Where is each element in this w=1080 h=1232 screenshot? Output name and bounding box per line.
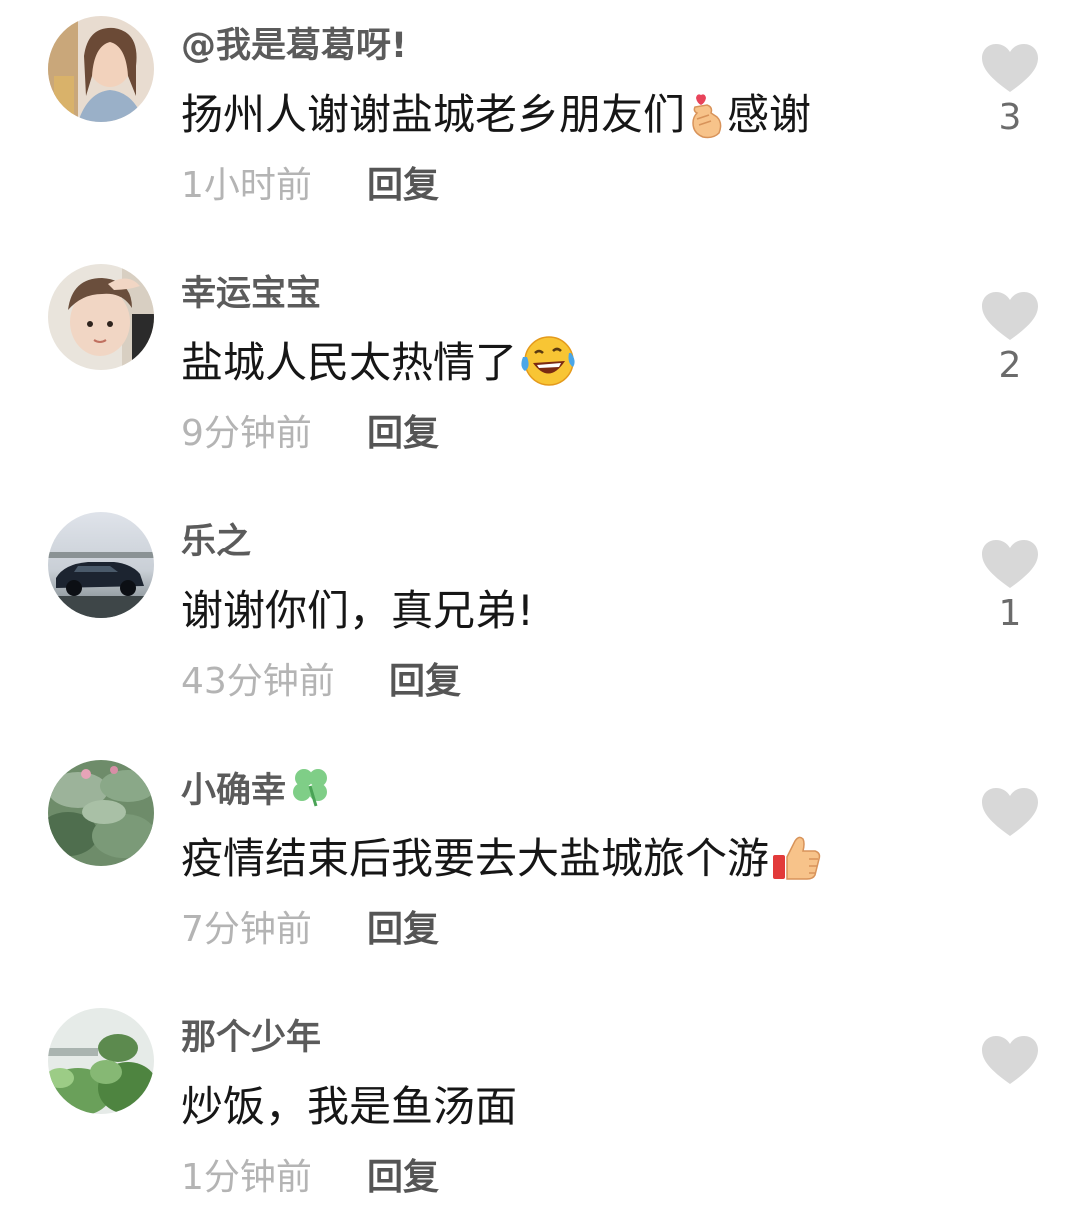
comment-text-part: 扬州人谢谢盐城老乡朋友们 <box>181 90 686 139</box>
timestamp: 43分钟前 <box>181 661 335 702</box>
like-button[interactable]: 1 <box>975 540 1045 636</box>
avatar[interactable] <box>48 1008 154 1114</box>
timestamp: 7分钟前 <box>181 909 312 950</box>
comment-item: 那个少年 炒饭，我是鱼汤面 1分钟前 回复 <box>0 992 1080 1232</box>
comment-item: @我是葛葛呀! 扬州人谢谢盐城老乡朋友们 感谢 1小时前 回复 3 <box>0 0 1080 240</box>
finger-heart-icon <box>687 91 727 154</box>
thumbs-up-icon <box>771 833 821 898</box>
username[interactable]: 那个少年 <box>181 1014 321 1062</box>
heart-icon <box>982 1036 1038 1084</box>
comment-item: 小确幸 疫情结束后我要去大盐城旅个游 7分钟前 回复 <box>0 744 1080 984</box>
reply-button[interactable]: 回复 <box>389 656 461 708</box>
reply-button[interactable]: 回复 <box>367 904 439 956</box>
username[interactable]: 幸运宝宝 <box>181 270 321 318</box>
heart-icon <box>982 788 1038 836</box>
username[interactable]: @我是葛葛呀! <box>181 22 407 70</box>
username[interactable]: 小确幸 <box>181 766 332 821</box>
comment-text-part: 疫情结束后我要去大盐城旅个游 <box>181 834 770 883</box>
like-count: 3 <box>998 97 1022 138</box>
comment-text: 扬州人谢谢盐城老乡朋友们 感谢 <box>181 86 811 154</box>
avatar[interactable] <box>48 264 154 370</box>
reply-button[interactable]: 回复 <box>367 408 439 460</box>
avatar[interactable] <box>48 16 154 122</box>
timestamp: 1分钟前 <box>181 1157 312 1198</box>
laughing-tears-icon <box>519 335 577 402</box>
comment-text: 炒饭，我是鱼汤面 <box>181 1082 518 1131</box>
timestamp: 1小时前 <box>181 165 312 206</box>
avatar[interactable] <box>48 512 154 618</box>
like-button[interactable]: 3 <box>975 44 1045 140</box>
heart-icon <box>982 44 1038 92</box>
reply-button[interactable]: 回复 <box>367 1152 439 1204</box>
comment-text-part: 感谢 <box>727 90 812 139</box>
comment-text: 疫情结束后我要去大盐城旅个游 <box>181 830 821 898</box>
heart-icon <box>982 292 1038 340</box>
comment-item: 乐之 谢谢你们，真兄弟! 43分钟前 回复 1 <box>0 496 1080 736</box>
like-button[interactable] <box>975 788 1045 840</box>
avatar[interactable] <box>48 760 154 866</box>
comment-text-part: 盐城人民太热情了 <box>181 338 518 387</box>
timestamp: 9分钟前 <box>181 413 312 454</box>
heart-icon <box>982 540 1038 588</box>
like-count: 2 <box>998 345 1022 386</box>
like-count: 1 <box>998 593 1022 634</box>
comment-text: 盐城人民太热情了 <box>181 334 577 402</box>
reply-button[interactable]: 回复 <box>367 160 439 212</box>
comment-text: 谢谢你们，真兄弟! <box>181 586 534 635</box>
username-text: 小确幸 <box>181 771 287 811</box>
comment-item: 幸运宝宝 盐城人民太热情了 9分钟前 回复 2 <box>0 248 1080 488</box>
like-button[interactable] <box>975 1036 1045 1088</box>
username[interactable]: 乐之 <box>181 518 251 566</box>
four-leaf-clover-icon <box>290 766 332 821</box>
like-button[interactable]: 2 <box>975 292 1045 388</box>
